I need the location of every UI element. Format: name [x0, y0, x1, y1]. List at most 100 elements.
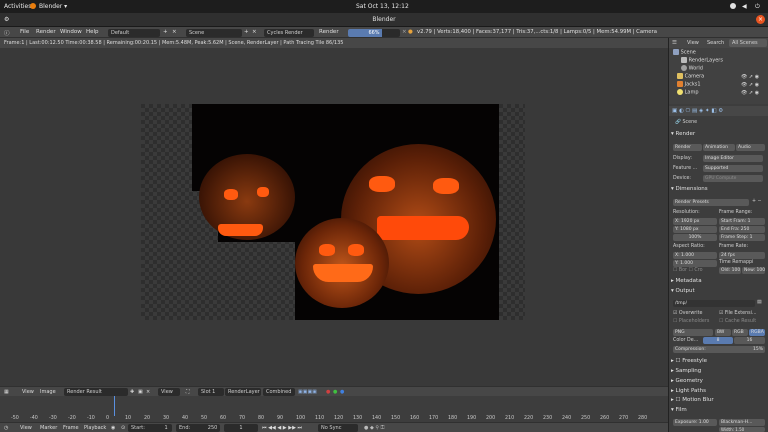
end-frame-field[interactable]: End Fra: 250 — [719, 226, 765, 233]
border-checkbox[interactable]: ☐ Bor ☐ Cro — [673, 268, 703, 273]
remove-scene-icon[interactable]: × — [252, 29, 257, 35]
audio-button[interactable]: Audio — [736, 144, 765, 151]
menu-help[interactable]: Help — [86, 29, 99, 35]
filter-width-field[interactable]: Width: 1.50 — [719, 427, 765, 432]
render-pass-selector[interactable]: Combined — [263, 388, 295, 396]
time-old-field[interactable]: Old: 100 — [719, 267, 741, 274]
outliner-display-mode[interactable]: All Scenes — [729, 39, 767, 47]
start-frame-field[interactable]: Start: 1 — [128, 424, 172, 432]
panel-metadata-header[interactable]: ▸ Metadata — [671, 278, 767, 287]
app-menu[interactable]: Blender ▾ — [39, 3, 67, 10]
resolution-percentage[interactable]: 100% — [673, 234, 717, 241]
menu-frame[interactable]: Frame — [63, 425, 79, 431]
panel-sampling-header[interactable]: ▸ Sampling — [671, 368, 767, 377]
file-format-selector[interactable]: PNG — [673, 329, 713, 336]
timeline-area[interactable]: -50 -40 -30 -20 -10 0 10 20 30 40 50 60 70 80 90 100 110… — [0, 396, 668, 422]
visibility-icons[interactable]: 👁 ➚ ◉ — [741, 82, 759, 88]
folder-icon[interactable]: ▤ — [757, 300, 762, 305]
filter-type-selector[interactable]: Blackman-H... — [719, 419, 765, 426]
visibility-icons[interactable]: 👁 ➚ ◉ — [741, 74, 759, 80]
sync-selector[interactable]: No Sync — [318, 424, 358, 432]
outliner-item-world[interactable]: World — [669, 65, 768, 73]
outliner-item-renderlayers[interactable]: RenderLayers — [669, 57, 768, 65]
output-path-field[interactable]: /tmp/ — [673, 300, 755, 307]
clock[interactable]: Sat Oct 13, 12:12 — [356, 3, 409, 10]
file-extensions-checkbox[interactable]: ☑ File Extensi... — [719, 311, 757, 316]
cache-result-checkbox[interactable]: ☐ Cache Result — [719, 319, 756, 324]
device-selector[interactable]: GPU Compute — [703, 175, 763, 182]
display-mode-icons[interactable]: ▣▣▣▣ — [298, 389, 317, 395]
close-window-button[interactable]: × — [756, 15, 765, 24]
outliner-item-scene[interactable]: Scene — [669, 49, 768, 57]
keyframe-icons[interactable]: ● ◆ ⚲ ⚿ — [364, 425, 384, 431]
editor-type-icon[interactable]: ▦ — [4, 389, 9, 395]
cancel-render-icon[interactable]: × — [402, 29, 407, 35]
wifi-icon[interactable] — [730, 3, 736, 9]
panel-light-paths-header[interactable]: ▸ Light Paths — [671, 388, 767, 397]
display-selector[interactable]: Image Editor — [703, 155, 763, 162]
menu-view[interactable]: View — [20, 425, 32, 431]
color-rgb-button[interactable]: RGB — [732, 329, 748, 336]
panel-geometry-header[interactable]: ▸ Geometry — [671, 378, 767, 387]
editor-type-icon[interactable]: ☰ — [672, 40, 677, 46]
menu-render[interactable]: Render — [36, 29, 56, 35]
panel-motion-blur-header[interactable]: ▸ ☐ Motion Blur — [671, 397, 767, 406]
editor-type-icon[interactable]: ⓘ — [4, 29, 10, 37]
menu-file[interactable]: File — [20, 29, 29, 35]
menu-image[interactable]: Image — [40, 389, 56, 395]
exposure-field[interactable]: Exposure: 1.00 — [673, 419, 717, 426]
layout-selector[interactable]: Default — [108, 29, 160, 37]
outliner-tab-search[interactable]: Search — [707, 40, 724, 46]
current-frame-line[interactable] — [114, 396, 115, 416]
aspect-x-field[interactable]: X: 1.000 — [673, 252, 717, 259]
image-selector[interactable]: Render Result — [64, 388, 128, 396]
scene-selector[interactable]: Scene — [186, 29, 242, 37]
resolution-x-field[interactable]: X: 1920 px — [673, 218, 717, 225]
menu-playback[interactable]: Playback — [84, 425, 106, 431]
time-new-field[interactable]: New: 100 — [742, 267, 765, 274]
depth-16-button[interactable]: 16 — [734, 337, 765, 344]
render-layer-selector[interactable]: RenderLayer — [225, 388, 261, 396]
properties-tabs-icons[interactable]: ▣ ◐ ⎔ ▤ ◈ ✦ ◧ ⚙ — [672, 108, 723, 114]
slot-selector[interactable]: Slot 1 — [198, 388, 224, 396]
view-mode-selector[interactable]: View — [158, 388, 180, 396]
panel-film-header[interactable]: ▾ Film — [671, 407, 767, 416]
aspect-y-field[interactable]: Y: 1.000 — [673, 260, 717, 267]
visibility-icons[interactable]: 👁 ➚ ◉ — [741, 90, 759, 96]
volume-icon[interactable]: ◀ — [742, 3, 747, 10]
fps-selector[interactable]: 24 fps — [719, 252, 765, 259]
menu-marker[interactable]: Marker — [40, 425, 57, 431]
depth-8-button[interactable]: 8 — [703, 337, 733, 344]
render-button[interactable]: Render — [673, 144, 702, 151]
frame-step-field[interactable]: Frame Step: 1 — [719, 234, 765, 241]
playback-controls[interactable]: ⏮ ◀◀ ◀ ▶ ▶▶ ⏭ — [262, 425, 302, 431]
render-engine-selector[interactable]: Cycles Render — [264, 29, 314, 37]
placeholders-checkbox[interactable]: ☐ Placeholders — [673, 319, 709, 324]
outliner-tab-view[interactable]: View — [687, 40, 699, 46]
end-frame-field[interactable]: End: 250 — [176, 424, 220, 432]
remove-layout-icon[interactable]: × — [172, 29, 177, 35]
overwrite-checkbox[interactable]: ☑ Overwrite — [673, 311, 702, 316]
panel-output-header[interactable]: ▾ Output — [671, 288, 767, 297]
pin-icon[interactable]: ✚ — [130, 389, 134, 395]
panel-dimensions-header[interactable]: ▾ Dimensions — [671, 186, 767, 195]
resolution-y-field[interactable]: Y: 1080 px — [673, 226, 717, 233]
color-rgba-button[interactable]: RGBA — [749, 329, 765, 336]
preset-add-remove-icons[interactable]: + − — [752, 199, 762, 204]
channel-green-icon[interactable]: ● — [333, 389, 337, 395]
menu-window[interactable]: Window — [60, 29, 82, 35]
channel-blue-icon[interactable]: ● — [340, 389, 344, 395]
menu-view[interactable]: View — [22, 389, 34, 395]
channel-red-icon[interactable]: ● — [326, 389, 330, 395]
power-icon[interactable]: ⏻ — [755, 3, 760, 11]
uv-sync-icon[interactable]: ⛶ — [186, 389, 190, 395]
render-presets-selector[interactable]: Render Presets — [673, 199, 749, 206]
browse-image-icon[interactable]: ▣ — [138, 389, 143, 395]
record-icon[interactable]: ◉ — [111, 425, 115, 431]
start-frame-field[interactable]: Start Fram: 1 — [719, 218, 765, 225]
unlink-image-icon[interactable]: × — [146, 389, 150, 395]
add-layout-icon[interactable]: + — [163, 29, 168, 35]
activities-button[interactable]: Activities — [4, 3, 31, 10]
image-editor-area[interactable] — [0, 48, 668, 386]
panel-freestyle-header[interactable]: ▸ ☐ Freestyle — [671, 358, 767, 367]
